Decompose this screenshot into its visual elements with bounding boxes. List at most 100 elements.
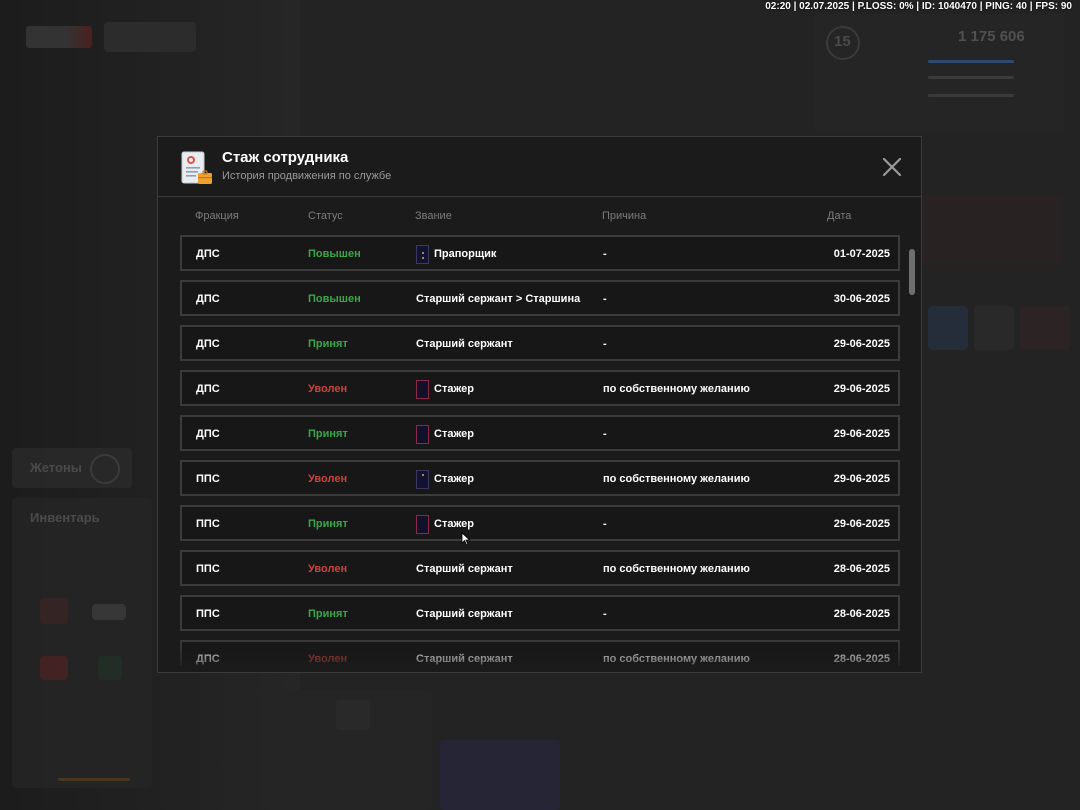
rank-cell: Стажер [416,469,474,489]
modal-subtitle: История продвижения по службе [222,170,392,182]
column-header-status: Статус [308,210,343,222]
faction-cell: ДПС [196,428,220,440]
faction-cell: ДПС [196,248,220,260]
rank-label: Старший сержант [416,608,513,620]
rank-label: Старший сержант [416,338,513,350]
date-cell: 29-06-2025 [833,473,890,485]
rank-insignia-icon [416,244,429,264]
status-cell: Принят [308,608,348,620]
reason-cell: по собственному желанию [603,563,750,575]
status-bar: 02:20 | 02.07.2025 | P.LOSS: 0% | ID: 10… [765,1,1072,12]
faction-cell: ДПС [196,338,220,350]
rank-cell: Стажер [416,514,474,534]
table-row: ППС Принят Стажер - 29-06-2025 [180,505,900,541]
history-table-body: ДПС Повышен Прапорщик - 01-07-2025 ДПС Повышен… [180,235,900,665]
status-cell: Уволен [308,473,348,485]
faction-cell: ДПС [196,653,220,665]
inventory-panel [12,498,152,788]
server-region-badge [104,22,196,52]
rank-insignia-icon [416,424,429,444]
status-cell: Повышен [308,293,361,305]
hud-armor-bar [928,76,1014,79]
status-cell: Принят [308,518,348,530]
reason-cell: по собственному желанию [603,383,750,395]
date-cell: 29-06-2025 [833,428,890,440]
column-header-reason: Причина [602,210,647,222]
hud-slot-1 [928,306,968,350]
scrollbar-thumb[interactable] [909,249,915,295]
rank-label: Старший сержант [416,653,513,665]
status-cell: Принят [308,338,348,350]
reason-cell: - [603,338,607,350]
status-cell: Принят [308,428,348,440]
date-cell: 28-06-2025 [833,608,890,620]
table-row: ППС Уволен Стажер по собственному желанию 29… [180,460,900,496]
date-cell: 29-06-2025 [833,338,890,350]
hud-hunger-bar [928,94,1014,97]
date-cell: 01-07-2025 [833,248,890,260]
column-header-date: Дата [827,210,852,222]
faction-cell: ППС [196,563,220,575]
rank-cell: Стажер [416,379,474,399]
reason-cell: - [603,293,607,305]
date-cell: 29-06-2025 [833,518,890,530]
faction-cell: ДПС [196,293,220,305]
rank-label: Стажер [434,383,474,395]
modal-title: Стаж сотрудника [222,149,349,166]
rank-label: Старший сержант [416,563,513,575]
faction-cell: ДПС [196,383,220,395]
table-row: ДПС Уволен Стажер по собственному желанию 29… [180,370,900,406]
rank-cell: Старший сержант [416,559,513,579]
rank-insignia-icon [416,379,429,399]
rank-cell: Старший сержант [416,604,513,624]
faction-cell: ППС [196,473,220,485]
rank-label: Старший сержант > Старшина [416,293,581,305]
inventory-item-2 [92,604,126,620]
rank-cell: Старший сержант [416,334,513,354]
table-row: ППС Принят Старший сержант - 28-06-2025 [180,595,900,631]
table-row: ДПС Повышен Прапорщик - 01-07-2025 [180,235,900,271]
rank-cell: Старший сержант [416,649,513,665]
camera-slot [336,700,370,730]
hud-health-bar [928,60,1014,63]
hud-level: 15 [834,33,851,50]
rank-label: Стажер [434,473,474,485]
rank-insignia-icon [416,514,429,534]
modal-header: Стаж сотрудника История продвижения по с… [158,137,921,197]
reason-cell: - [603,518,607,530]
document-icon [181,151,212,184]
status-cell: Повышен [308,248,361,260]
table-row: ДПС Принят Старший сержант - 29-06-2025 [180,325,900,361]
date-cell: 28-06-2025 [833,653,890,665]
column-header-rank: Звание [415,210,452,222]
reason-cell: по собственному желанию [603,653,750,665]
table-row: ДПС Принят Стажер - 29-06-2025 [180,415,900,451]
hotbar-slot-blue [440,740,560,810]
close-icon[interactable] [881,156,903,178]
date-cell: 28-06-2025 [833,563,890,575]
hud-slot-3 [1020,306,1070,350]
date-cell: 29-06-2025 [833,383,890,395]
rank-label: Стажер [434,518,474,530]
hud-car-image [922,195,1062,265]
token-icon [90,454,120,484]
inventory-item-3 [40,656,68,680]
faction-cell: ППС [196,518,220,530]
hud-money: 1 175 606 [958,28,1025,45]
hud-slot-2 [974,306,1014,350]
inventory-label: Инвентарь [30,510,100,525]
table-row: ДПС Повышен Старший сержант > Старшина - 30-… [180,280,900,316]
status-cell: Уволен [308,653,348,665]
server-logo [26,26,92,48]
table-row: ППС Уволен Старший сержант по собственному … [180,550,900,586]
rank-cell: Стажер [416,424,474,444]
reason-cell: - [603,248,607,260]
reason-cell: - [603,608,607,620]
service-history-modal: Стаж сотрудника История продвижения по с… [157,136,922,673]
status-cell: Уволен [308,383,348,395]
inventory-item-4 [98,656,122,680]
tokens-label: Жетоны [30,460,82,475]
table-header: Фракция Статус Звание Причина Дата [158,197,921,235]
rank-cell: Старший сержант > Старшина [416,289,580,309]
faction-cell: ППС [196,608,220,620]
